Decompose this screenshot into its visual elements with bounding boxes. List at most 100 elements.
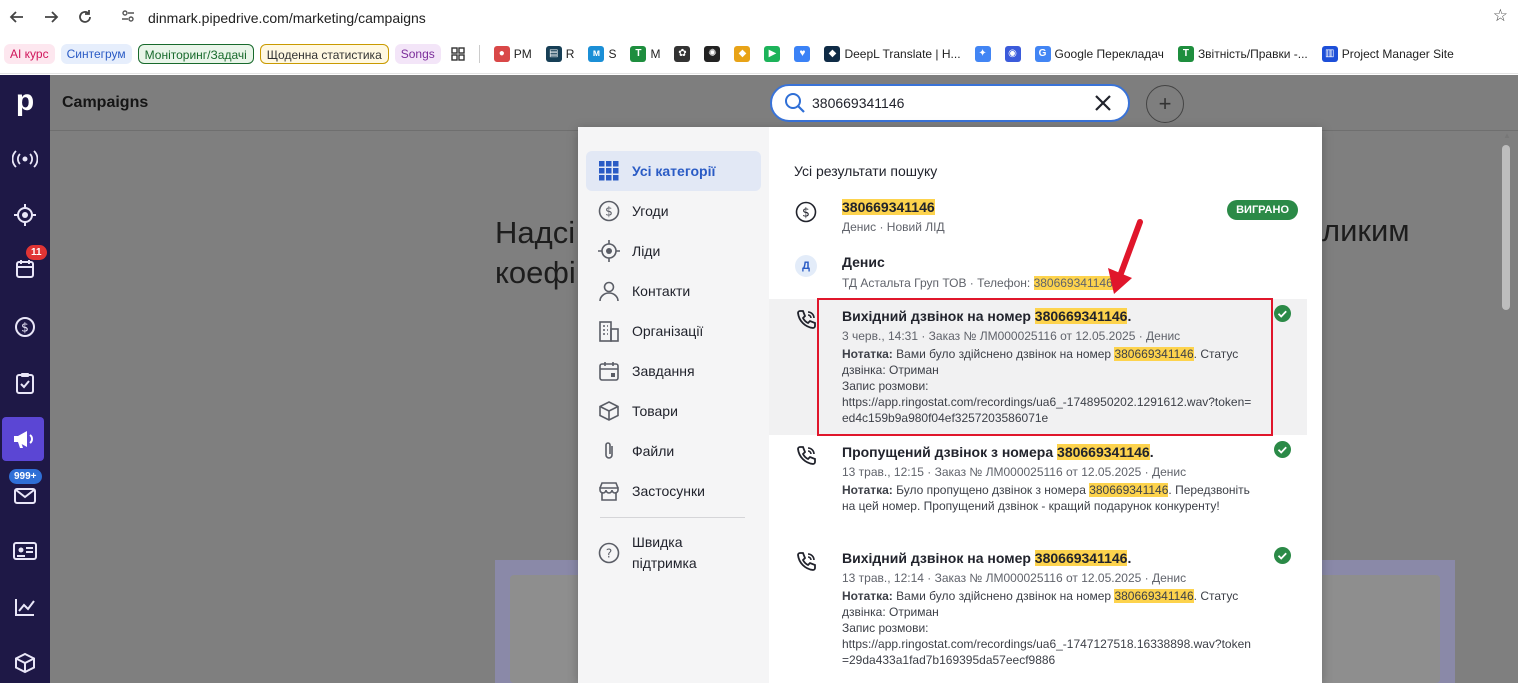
call-meta: 13 трав., 12:15 · Заказ № ЛМ000025116 от… bbox=[842, 465, 1187, 479]
nav-contacts-card-icon[interactable] bbox=[0, 529, 50, 573]
bookmark-chip[interactable]: Моніторинг/Задачі bbox=[137, 43, 254, 64]
site-settings-icon[interactable] bbox=[114, 9, 142, 26]
forward-icon[interactable] bbox=[34, 0, 68, 34]
bookmark-item[interactable]: ◉ bbox=[1001, 45, 1025, 62]
bookmarks-bar: AI курс Синтегрум Моніторинг/Задачі Щоденна… bbox=[0, 34, 1518, 74]
category-item[interactable]: Ліди bbox=[586, 231, 761, 271]
call-title: Вихідний дзвінок на номер 380669341146. bbox=[842, 308, 1132, 324]
bookmark-label: DeepL Translate | H... bbox=[844, 46, 961, 61]
category-item[interactable]: Організації bbox=[586, 311, 761, 351]
bookmark-chip[interactable]: Songs bbox=[394, 43, 441, 64]
call-number: 380669341146 bbox=[1057, 444, 1150, 460]
bookmark-star-icon[interactable]: ☆ bbox=[1493, 6, 1508, 26]
bookmark-item[interactable]: ✿ bbox=[670, 45, 694, 62]
search-input[interactable] bbox=[812, 95, 1082, 111]
contact-avatar-wrap: Д bbox=[795, 255, 817, 277]
address-bar[interactable]: dinmark.pipedrive.com/marketing/campaign… bbox=[114, 4, 1514, 31]
result-call-activity[interactable]: Вихідний дзвінок на номер 380669341146. 1… bbox=[769, 541, 1307, 671]
bookmark-item[interactable]: G Google Перекладач bbox=[1031, 45, 1168, 62]
recording-label: Запис розмови: bbox=[842, 379, 929, 393]
category-label: Організації bbox=[632, 323, 704, 339]
reload-icon[interactable] bbox=[68, 0, 102, 34]
nav-campaigns-icon[interactable] bbox=[2, 417, 44, 461]
bookmark-separator bbox=[478, 44, 480, 63]
category-label: Усі категорії bbox=[632, 163, 716, 179]
contact-phone: 380669341146 bbox=[1033, 276, 1113, 290]
result-call-activity[interactable]: Пропущений дзвінок з номера 380669341146… bbox=[769, 435, 1307, 539]
won-status-badge: ВИГРАНО bbox=[1227, 200, 1298, 220]
category-item[interactable]: Товари bbox=[586, 391, 761, 431]
bookmark-item[interactable]: ▥ Project Manager Site bbox=[1318, 45, 1458, 62]
bookmark-item[interactable]: мS bbox=[584, 45, 620, 62]
bookmark-item[interactable]: ♥ bbox=[790, 45, 814, 62]
bookmark-item[interactable]: ✺ bbox=[700, 45, 724, 62]
clear-search-icon[interactable] bbox=[1092, 92, 1114, 119]
nav-tasks-icon[interactable] bbox=[0, 361, 50, 405]
call-meta: 3 черв., 14:31 · Заказ № ЛМ000025116 от … bbox=[842, 329, 1181, 343]
category-label: Завдання bbox=[632, 363, 695, 379]
nav-radio-icon[interactable] bbox=[0, 137, 50, 181]
bookmark-item[interactable]: ▤ R bbox=[542, 45, 579, 62]
call-recording: Запис розмови: https://app.ringostat.com/… bbox=[842, 378, 1252, 426]
category-label: Файли bbox=[632, 443, 675, 459]
done-check-icon[interactable] bbox=[1274, 305, 1291, 327]
trello-icon: ▥ bbox=[1321, 45, 1338, 62]
grid-icon bbox=[586, 160, 632, 182]
bookmark-chip[interactable]: Щоденна статистика bbox=[259, 43, 389, 64]
category-list: ? Швидка підтримка Усі категорії $ Угоди Лі… bbox=[578, 127, 769, 683]
bookmark-item[interactable]: ◆ DeepL Translate | H... bbox=[820, 45, 964, 62]
back-icon[interactable] bbox=[0, 0, 34, 34]
result-contact[interactable]: Д Денис ТД Астальта Груп ТОВ · Телефон: … bbox=[769, 245, 1307, 295]
nav-leads-icon[interactable] bbox=[0, 193, 50, 237]
nav-products-icon[interactable] bbox=[0, 641, 50, 683]
category-item[interactable]: Застосунки bbox=[586, 471, 761, 511]
result-call-activity[interactable]: Вихідний дзвінок на номер 380669341146. 3… bbox=[769, 299, 1307, 435]
bookmark-item[interactable]: TM bbox=[626, 45, 664, 62]
m-icon: T bbox=[630, 45, 647, 62]
quick-add-button[interactable]: + bbox=[1146, 85, 1184, 123]
quick-support-link[interactable]: ? Швидка підтримка bbox=[586, 525, 761, 581]
results-panel: ▲ Усі результати пошуку $ 380669341146 Д… bbox=[769, 127, 1511, 683]
pipedrive-logo[interactable]: p bbox=[0, 75, 50, 127]
category-item[interactable]: Усі категорії bbox=[586, 151, 761, 191]
s-icon: м bbox=[588, 45, 605, 62]
google-translate-icon: G bbox=[1034, 45, 1051, 62]
recording-url[interactable]: https://app.ringostat.com/recordings/ua6… bbox=[842, 637, 1251, 667]
recording-url[interactable]: https://app.ringostat.com/recordings/ua6… bbox=[842, 395, 1251, 425]
nav-mail-icon[interactable] bbox=[0, 473, 50, 517]
call-title-text: Пропущений дзвінок з номера bbox=[842, 444, 1058, 460]
deal-dollar-icon: $ bbox=[795, 201, 817, 223]
bookmark-item[interactable]: ✦ bbox=[971, 45, 995, 62]
category-item[interactable]: Контакти bbox=[586, 271, 761, 311]
scroll-up-icon[interactable]: ▲ bbox=[1503, 131, 1511, 140]
call-title-text: Вихідний дзвінок на номер bbox=[842, 550, 1035, 566]
bookmark-chip[interactable]: AI курс bbox=[4, 43, 55, 64]
result-deal[interactable]: $ 380669341146 Денис · Новий ЛІД ВИГРАНО bbox=[769, 191, 1307, 237]
bookmark-item[interactable]: ● PM bbox=[490, 45, 536, 62]
nav-deals-icon[interactable]: $ bbox=[0, 305, 50, 349]
category-label: Угоди bbox=[632, 203, 669, 219]
call-recording: Запис розмови: https://app.ringostat.com/… bbox=[842, 620, 1252, 668]
store-icon bbox=[586, 480, 632, 502]
bookmark-chip[interactable]: Синтегрум bbox=[60, 43, 132, 64]
category-item[interactable]: Завдання bbox=[586, 351, 761, 391]
apps-grid-icon[interactable] bbox=[447, 46, 469, 61]
done-check-icon[interactable] bbox=[1274, 441, 1291, 463]
svg-text:$: $ bbox=[21, 321, 29, 335]
phone-call-icon bbox=[795, 551, 817, 573]
results-scrollbar[interactable] bbox=[1502, 145, 1510, 310]
done-check-icon[interactable] bbox=[1274, 547, 1291, 569]
note-label: Нотатка: bbox=[842, 347, 893, 361]
copilot-icon: ◉ bbox=[1004, 45, 1021, 62]
global-search[interactable] bbox=[770, 84, 1130, 122]
calendar-badge: 11 bbox=[26, 245, 47, 260]
category-item[interactable]: $ Угоди bbox=[586, 191, 761, 231]
nav-insights-icon[interactable] bbox=[0, 585, 50, 629]
background-heading: Надсі коефі bbox=[495, 213, 576, 293]
bookmark-item[interactable]: ◆ bbox=[730, 45, 754, 62]
bookmark-item[interactable]: ▶ bbox=[760, 45, 784, 62]
phone-call-icon bbox=[795, 309, 817, 331]
category-item[interactable]: Файли bbox=[586, 431, 761, 471]
contact-org-phone-label: ТД Астальта Груп ТОВ · Телефон: bbox=[842, 276, 1034, 290]
bookmark-item[interactable]: T Звітність/Правки -... bbox=[1174, 45, 1312, 62]
